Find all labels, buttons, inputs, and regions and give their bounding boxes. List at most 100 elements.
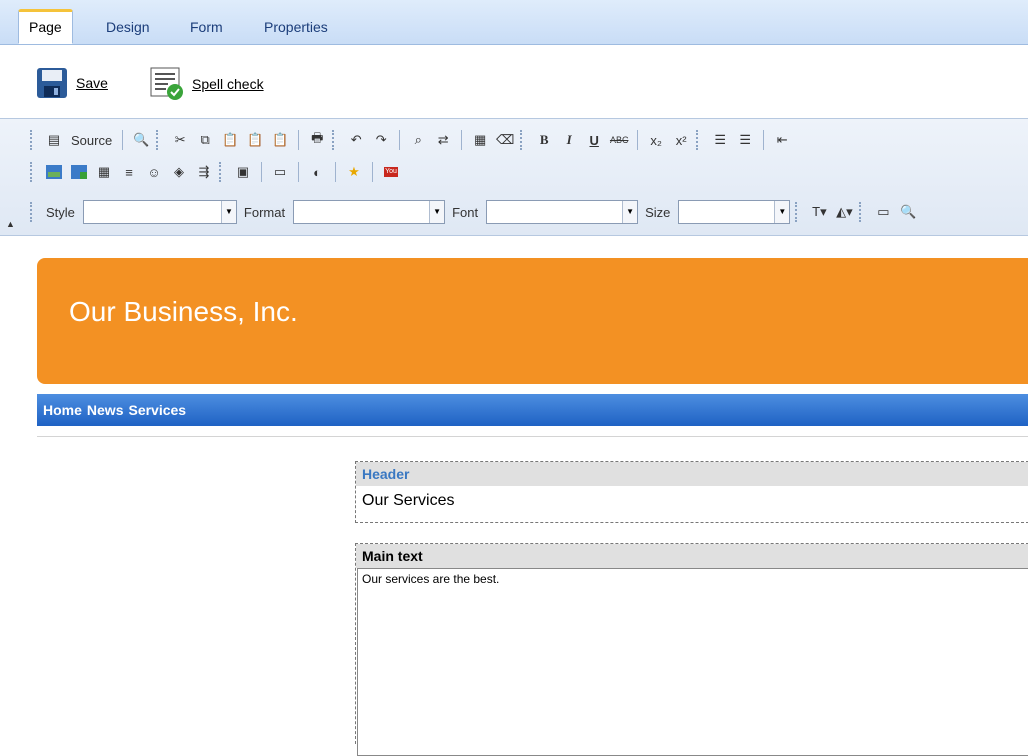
copy-icon[interactable]: ⧉ xyxy=(195,130,215,150)
main-text-region: Main text Our services are the best. xyxy=(355,543,1028,756)
tab-design[interactable]: Design xyxy=(96,12,160,42)
save-button[interactable]: Save xyxy=(36,67,108,99)
chevron-down-icon[interactable]: ▼ xyxy=(429,201,445,223)
main-text-region-label: Main text xyxy=(356,544,1028,568)
banner-title: Our Business, Inc. xyxy=(69,296,298,327)
separator xyxy=(298,130,300,150)
toolbar-grip xyxy=(795,202,800,222)
underline-button[interactable]: U xyxy=(584,130,604,150)
undo-icon[interactable]: ↶ xyxy=(346,130,366,150)
source-button[interactable]: Source xyxy=(69,130,114,150)
chevron-down-icon[interactable]: ▼ xyxy=(622,201,638,223)
chevron-down-icon[interactable]: ▼ xyxy=(774,201,790,223)
iframe-icon[interactable]: ▭ xyxy=(270,162,290,182)
toolbar-grip xyxy=(30,130,35,150)
eraser-icon[interactable]: ⌫ xyxy=(495,130,515,150)
separator xyxy=(637,130,639,150)
bulleted-list-icon[interactable]: ☰ xyxy=(735,130,755,150)
text-color-icon[interactable]: T▾ xyxy=(809,202,829,222)
toolbar-grip xyxy=(520,130,525,150)
nav-link-news[interactable]: News xyxy=(87,402,124,418)
horizontal-rule-icon[interactable]: ≡ xyxy=(119,162,139,182)
nav-link-home[interactable]: Home xyxy=(43,402,82,418)
separator xyxy=(399,130,401,150)
header-region-input[interactable]: Our Services xyxy=(356,486,1028,520)
toolbar-grip xyxy=(332,130,337,150)
save-label: Save xyxy=(76,75,108,91)
font-select-value xyxy=(487,201,622,223)
preview-icon[interactable]: 🔍 xyxy=(131,130,151,150)
separator xyxy=(372,162,373,182)
tab-page[interactable]: Page xyxy=(18,9,73,44)
nav-link-services[interactable]: Services xyxy=(128,402,186,418)
main-text-editor[interactable]: Our services are the best. xyxy=(357,568,1028,756)
subscript-icon[interactable]: x₂ xyxy=(646,130,666,150)
chevron-down-icon[interactable]: ▼ xyxy=(220,201,236,223)
table-icon[interactable]: ▦ xyxy=(94,162,114,182)
toolbar-grip xyxy=(30,202,35,222)
font-select[interactable]: ▼ xyxy=(486,200,639,224)
style-label: Style xyxy=(46,204,75,220)
find-icon[interactable]: ⌕ xyxy=(408,130,428,150)
media-icon[interactable]: ◐ xyxy=(307,162,327,182)
strikethrough-button[interactable]: ABC xyxy=(609,130,629,150)
youtube-icon[interactable]: You xyxy=(381,162,401,182)
star-icon[interactable]: ★ xyxy=(344,162,364,182)
spell-check-button[interactable]: Spell check xyxy=(150,67,264,101)
tab-properties[interactable]: Properties xyxy=(254,12,338,42)
paste-text-icon[interactable]: 📋 xyxy=(245,130,265,150)
separator xyxy=(461,130,463,150)
print-icon[interactable]: 🖶 xyxy=(307,130,327,150)
size-label: Size xyxy=(645,204,671,220)
toolbar-row-1: ▤ Source 🔍 ✂ ⧉ 📋 📋 📋 🖶 ↶ ↷ ⌕ ⇄ ▦ ⌫ B I U… xyxy=(30,127,792,153)
select-all-icon[interactable]: ▦ xyxy=(470,130,490,150)
spell-check-icon xyxy=(150,67,183,100)
format-label: Format xyxy=(243,204,286,220)
special-char-icon[interactable]: ◈ xyxy=(169,162,189,182)
size-select[interactable]: ▼ xyxy=(678,200,791,224)
italic-button[interactable]: I xyxy=(559,130,579,150)
paste-icon[interactable]: 📋 xyxy=(220,130,240,150)
tab-form[interactable]: Form xyxy=(180,12,233,42)
show-blocks-icon[interactable]: 🔍 xyxy=(898,202,918,222)
image-icon[interactable] xyxy=(44,162,64,182)
toolbar-grip xyxy=(696,130,701,150)
font-label: Font xyxy=(452,204,479,220)
format-select-value xyxy=(294,201,429,223)
smiley-icon[interactable]: ☺ xyxy=(144,162,164,182)
insert-image-icon[interactable] xyxy=(69,162,89,182)
superscript-icon[interactable]: x² xyxy=(671,130,691,150)
cut-icon[interactable]: ✂ xyxy=(170,130,190,150)
replace-icon[interactable]: ⇄ xyxy=(433,130,453,150)
separator xyxy=(261,162,262,182)
paste-word-icon[interactable]: 📋 xyxy=(270,130,290,150)
style-select-value xyxy=(84,201,221,223)
site-nav: Home News Services xyxy=(37,394,1028,426)
template-icon[interactable]: ▣ xyxy=(233,162,253,182)
toolbar-grip xyxy=(156,130,161,150)
redo-icon[interactable]: ↷ xyxy=(371,130,391,150)
style-select[interactable]: ▼ xyxy=(82,200,237,224)
header-region-label: Header xyxy=(356,462,1028,486)
toolbar-row-2: ▦ ≡ ☺ ◈ ⇶ ▣ ▭ ◐ ★ You xyxy=(30,159,401,185)
separator xyxy=(122,130,124,150)
editor-toolbar: ▤ Source 🔍 ✂ ⧉ 📋 📋 📋 🖶 ↶ ↷ ⌕ ⇄ ▦ ⌫ B I U… xyxy=(0,118,1028,236)
youtube-glyph: You xyxy=(384,167,398,177)
toolbar-grip xyxy=(219,162,224,182)
toolbar-collapse-icon[interactable]: ▲ xyxy=(6,219,15,229)
outdent-icon[interactable]: ⇤ xyxy=(772,130,792,150)
bold-button[interactable]: B xyxy=(534,130,554,150)
floppy-disk-icon xyxy=(37,68,67,98)
toolbar-row-3: Style ▼ Format ▼ Font ▼ Size ▼ T▾ ◭▾ ▭ 🔍 xyxy=(30,199,918,225)
spell-check-label: Spell check xyxy=(192,76,264,92)
separator xyxy=(335,162,336,182)
source-icon[interactable]: ▤ xyxy=(44,130,64,150)
format-select[interactable]: ▼ xyxy=(293,200,446,224)
separator xyxy=(298,162,299,182)
maximize-icon[interactable]: ▭ xyxy=(873,202,893,222)
header-region: Header Our Services xyxy=(355,461,1028,523)
toolbar-grip xyxy=(30,162,35,182)
page-break-icon[interactable]: ⇶ xyxy=(194,162,214,182)
background-color-icon[interactable]: ◭▾ xyxy=(834,202,854,222)
numbered-list-icon[interactable]: ☰ xyxy=(710,130,730,150)
